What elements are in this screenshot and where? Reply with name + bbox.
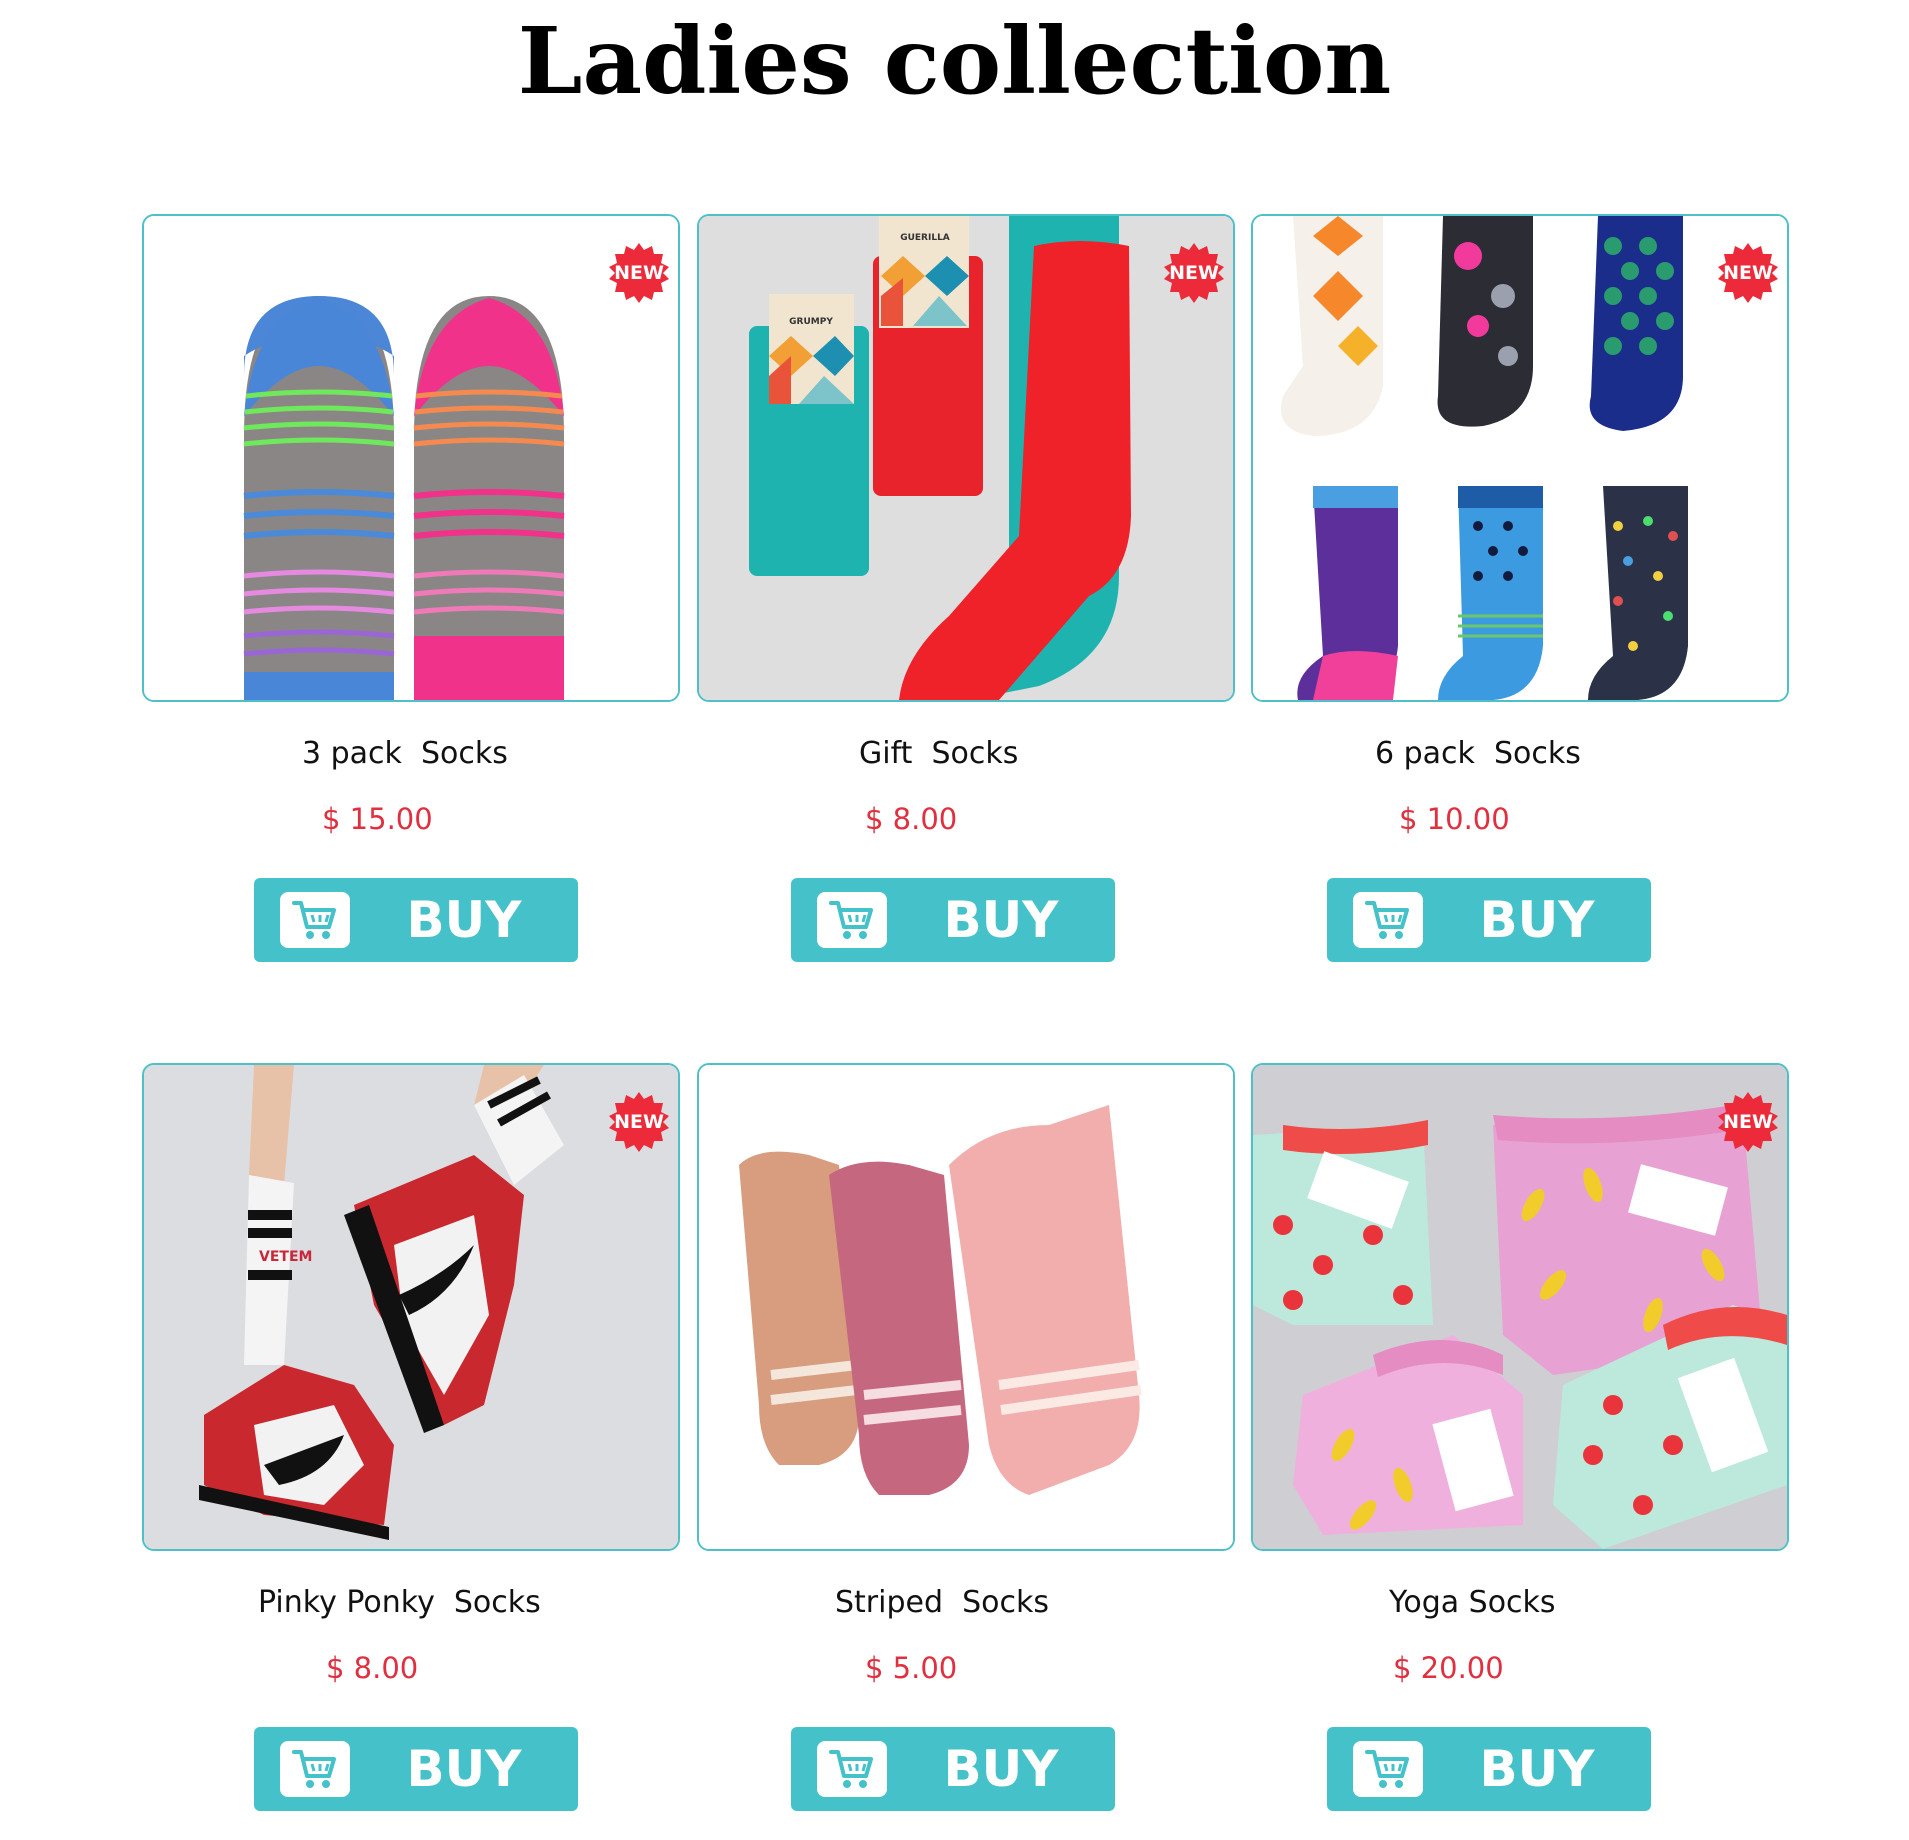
new-badge: NEW — [1717, 1091, 1779, 1153]
product-card: NEW 6 pack Socks $ 10.00 BUY — [1251, 214, 1789, 962]
product-price: $ 15.00 — [322, 802, 433, 836]
product-image[interactable]: NEW — [1251, 1063, 1789, 1551]
new-badge: NEW — [1163, 242, 1225, 304]
buy-button[interactable]: BUY — [1327, 1727, 1651, 1811]
page-title: Ladies collection — [517, 7, 1392, 115]
product-name: Striped Socks — [835, 1585, 1049, 1620]
six-pack-socks-photo — [1253, 216, 1787, 700]
buy-label: BUY — [1479, 891, 1595, 949]
product-card: GRUMPY GUERILLA NEW Gift Socks $ 8.00 BU… — [697, 214, 1235, 962]
shopping-cart-icon — [292, 1750, 336, 1788]
buy-button[interactable]: BUY — [254, 878, 578, 962]
cart-icon-box — [280, 892, 350, 948]
cart-icon-box — [1353, 1741, 1423, 1797]
product-card: Striped Socks $ 5.00 BUY — [697, 1063, 1235, 1811]
product-card: NEW Yoga Socks $ 20.00 BUY — [1251, 1063, 1789, 1811]
cart-icon-box — [280, 1741, 350, 1797]
svg-text:VETEM: VETEM — [259, 1249, 312, 1265]
shopping-cart-icon — [292, 901, 336, 939]
product-image[interactable]: NEW — [142, 214, 680, 702]
buy-button[interactable]: BUY — [254, 1727, 578, 1811]
product-name: Yoga Socks — [1389, 1585, 1556, 1620]
buy-button[interactable]: BUY — [791, 1727, 1115, 1811]
product-price: $ 5.00 — [865, 1651, 958, 1685]
gift-socks-photo: GRUMPY GUERILLA — [699, 216, 1233, 700]
striped-socks-photo — [144, 216, 678, 700]
product-price: $ 8.00 — [326, 1651, 419, 1685]
product-image[interactable] — [697, 1063, 1235, 1551]
yoga-socks-photo — [1253, 1065, 1787, 1549]
product-name: 6 pack Socks — [1375, 736, 1581, 771]
product-image[interactable]: NEW — [1251, 214, 1789, 702]
product-image[interactable]: GRUMPY GUERILLA NEW — [697, 214, 1235, 702]
product-name: Pinky Ponky Socks — [258, 1585, 541, 1620]
product-price: $ 20.00 — [1393, 1651, 1504, 1685]
shopping-cart-icon — [1365, 1750, 1409, 1788]
buy-label: BUY — [406, 1740, 522, 1798]
buy-label: BUY — [943, 891, 1059, 949]
sneaker-socks-photo: VETEM — [144, 1065, 678, 1549]
new-badge: NEW — [1717, 242, 1779, 304]
product-card: NEW 3 pack Socks $ 15.00 BUY — [142, 214, 680, 962]
product-name: Gift Socks — [859, 736, 1019, 771]
buy-label: BUY — [1479, 1740, 1595, 1798]
shopping-cart-icon — [1365, 901, 1409, 939]
new-badge: NEW — [608, 242, 670, 304]
cart-icon-box — [817, 892, 887, 948]
svg-text:GRUMPY: GRUMPY — [789, 317, 833, 327]
product-image[interactable]: VETEM NEW — [142, 1063, 680, 1551]
buy-label: BUY — [406, 891, 522, 949]
new-badge: NEW — [608, 1091, 670, 1153]
shopping-cart-icon — [829, 1750, 873, 1788]
product-card: VETEM NEW Pinky Ponky Socks $ 8.00 BUY — [142, 1063, 680, 1811]
cart-icon-box — [817, 1741, 887, 1797]
buy-button[interactable]: BUY — [1327, 878, 1651, 962]
buy-button[interactable]: BUY — [791, 878, 1115, 962]
shopping-cart-icon — [829, 901, 873, 939]
product-price: $ 10.00 — [1399, 802, 1510, 836]
buy-label: BUY — [943, 1740, 1059, 1798]
product-name: 3 pack Socks — [302, 736, 508, 771]
svg-text:GUERILLA: GUERILLA — [900, 233, 950, 243]
product-price: $ 8.00 — [865, 802, 958, 836]
cart-icon-box — [1353, 892, 1423, 948]
striped-socks-photo — [699, 1065, 1233, 1549]
